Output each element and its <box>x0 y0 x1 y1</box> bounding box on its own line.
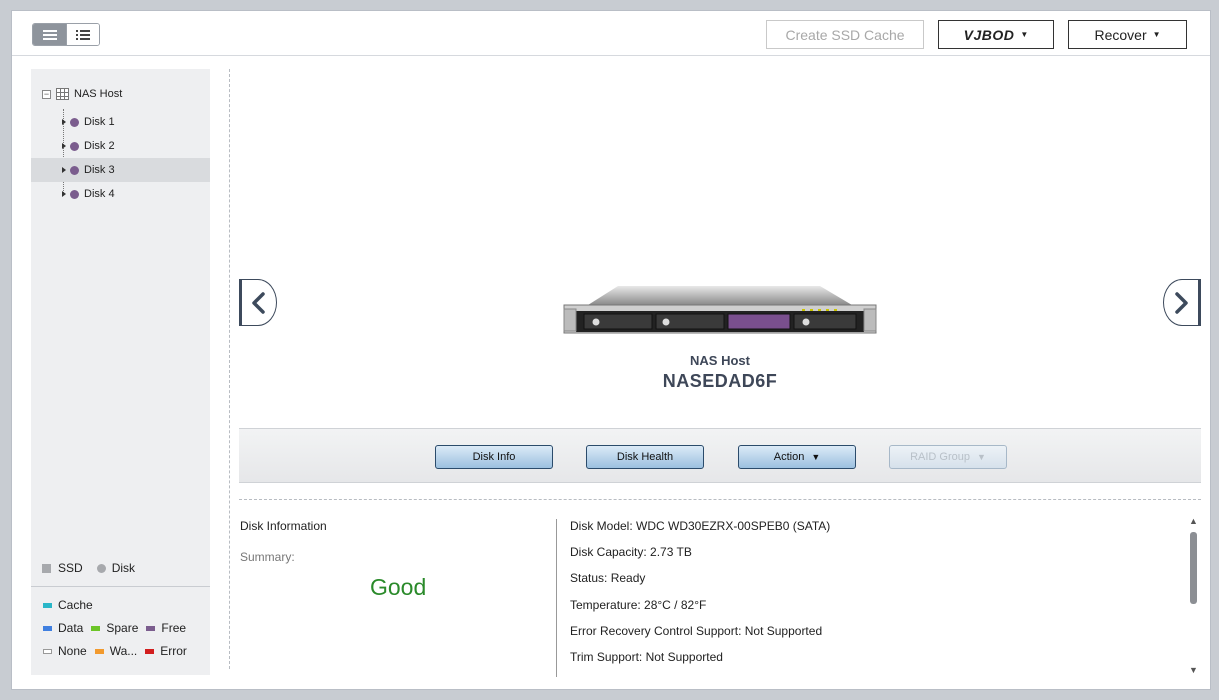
expand-arrow-icon[interactable] <box>62 143 66 149</box>
scroll-down-icon[interactable]: ▼ <box>1189 665 1198 675</box>
legend-row-3: None Wa... Error <box>43 644 195 658</box>
view-toggle <box>32 23 100 46</box>
ssd-square-icon <box>42 563 51 573</box>
previous-arrow-button[interactable] <box>239 279 277 326</box>
legend-type-row: SSD Disk <box>42 561 135 575</box>
detail-status: Status: Ready <box>570 571 646 585</box>
disk-information-heading: Disk Information <box>240 519 327 533</box>
detail-temperature: Temperature: 28°C / 82°F <box>570 598 707 612</box>
detail-trim-support: Trim Support: Not Supported <box>570 650 723 664</box>
tree-item-disk-2[interactable]: Disk 2 <box>31 134 210 158</box>
legend-spare-label: Spare <box>106 621 139 635</box>
legend-none-label: None <box>58 644 87 658</box>
tree-item-disk-1[interactable]: Disk 1 <box>31 110 210 134</box>
free-swatch-icon <box>146 625 156 631</box>
summary-label: Summary: <box>240 550 295 564</box>
data-swatch-icon <box>43 625 52 631</box>
toolbar: Create SSD Cache VJBOD ▼ Recover ▼ <box>12 11 1210 56</box>
legend-data-label: Data <box>58 621 84 635</box>
recover-label: Recover <box>1094 26 1147 43</box>
list-view-button[interactable] <box>33 24 66 45</box>
none-swatch-icon <box>43 648 52 654</box>
legend-error-label: Error <box>160 644 187 658</box>
legend-disk-label: Disk <box>111 561 136 575</box>
recover-button[interactable]: Recover ▼ <box>1068 20 1187 49</box>
action-label: Action <box>773 451 805 463</box>
disk-tree-panel: − NAS Host Disk 1 Disk 2 Disk 3 Disk 4 S… <box>31 69 210 675</box>
disk-status-dot-icon <box>70 117 79 127</box>
warning-swatch-icon <box>94 648 104 654</box>
legend-warning-label: Wa... <box>109 644 138 658</box>
legend-free-label: Free <box>161 621 187 635</box>
action-dropdown-button[interactable]: Action ▼ <box>738 445 856 469</box>
expand-arrow-icon[interactable] <box>62 191 66 197</box>
disk-health-label: Disk Health <box>616 451 674 463</box>
scroll-thumb[interactable] <box>1190 532 1197 604</box>
tree-item-disk-3[interactable]: Disk 3 <box>31 158 210 182</box>
storage-manager-window: Create SSD Cache VJBOD ▼ Recover ▼ − NAS… <box>11 10 1211 690</box>
create-ssd-cache-label: Create SSD Cache <box>785 26 905 43</box>
scroll-up-icon[interactable]: ▲ <box>1189 516 1198 526</box>
chevron-left-icon <box>252 291 265 314</box>
legend-cache-label: Cache <box>58 598 93 612</box>
disk-info-label: Disk Info <box>472 451 516 463</box>
legend-row-2: Data Spare Free <box>43 621 194 635</box>
chevron-right-icon <box>1175 291 1188 314</box>
disk-health-button[interactable]: Disk Health <box>586 445 704 469</box>
summary-value: Good <box>370 574 427 600</box>
panel-divider <box>229 69 230 669</box>
tree-item-label: Disk 4 <box>84 188 115 200</box>
next-arrow-button[interactable] <box>1163 279 1201 326</box>
caret-down-icon: ▼ <box>977 452 986 462</box>
tree-item-disk-4[interactable]: Disk 4 <box>31 182 210 206</box>
tree-item-label: Disk 3 <box>84 164 115 176</box>
section-divider <box>239 499 1201 500</box>
collapse-icon[interactable]: − <box>42 89 51 99</box>
nas-device-image[interactable] <box>562 281 878 339</box>
raid-group-label: RAID Group <box>910 451 970 463</box>
legend-ssd-label: SSD <box>58 561 83 575</box>
expand-arrow-icon[interactable] <box>62 119 66 125</box>
vjbod-button[interactable]: VJBOD ▼ <box>938 20 1054 49</box>
info-divider <box>556 519 557 677</box>
expand-arrow-icon[interactable] <box>62 167 66 173</box>
caret-down-icon: ▼ <box>1020 30 1029 39</box>
bulleted-list-icon <box>76 29 90 40</box>
hamburger-icon <box>42 29 57 40</box>
detail-error-recovery: Error Recovery Control Support: Not Supp… <box>570 624 823 638</box>
disk-status-dot-icon <box>70 165 79 175</box>
caret-down-icon: ▼ <box>1152 30 1161 39</box>
cache-swatch-icon <box>43 602 52 608</box>
disk-status-dot-icon <box>70 141 79 151</box>
spare-swatch-icon <box>91 625 101 631</box>
tree-root-nas-host[interactable]: − NAS Host <box>42 88 122 100</box>
detail-disk-model: Disk Model: WDC WD30EZRX-00SPEB0 (SATA) <box>570 519 831 533</box>
tree-item-label: Disk 2 <box>84 140 115 152</box>
detail-disk-capacity: Disk Capacity: 2.73 TB <box>570 545 692 559</box>
disk-info-button[interactable]: Disk Info <box>435 445 553 469</box>
error-swatch-icon <box>145 648 155 654</box>
disk-status-dot-icon <box>70 189 79 199</box>
details-scrollbar[interactable]: ▲ ▼ <box>1187 516 1199 678</box>
tree-root-label: NAS Host <box>74 88 123 100</box>
raid-group-dropdown-button[interactable]: RAID Group ▼ <box>889 445 1007 469</box>
disk-circle-icon <box>96 563 106 573</box>
legend-row-1: Cache <box>43 598 101 612</box>
legend-divider <box>31 586 210 587</box>
tree-item-label: Disk 1 <box>84 116 115 128</box>
host-type-label: NAS Host <box>690 353 750 368</box>
vjbod-label: VJBOD <box>963 26 1015 43</box>
action-bar: Disk Info Disk Health Action ▼ RAID Grou… <box>239 428 1201 483</box>
enclosure-grid-icon <box>56 88 69 100</box>
host-name: NASEDAD6F <box>662 371 778 391</box>
caret-down-icon: ▼ <box>811 452 821 462</box>
create-ssd-cache-button[interactable]: Create SSD Cache <box>766 20 924 49</box>
detail-view-button[interactable] <box>66 24 99 45</box>
